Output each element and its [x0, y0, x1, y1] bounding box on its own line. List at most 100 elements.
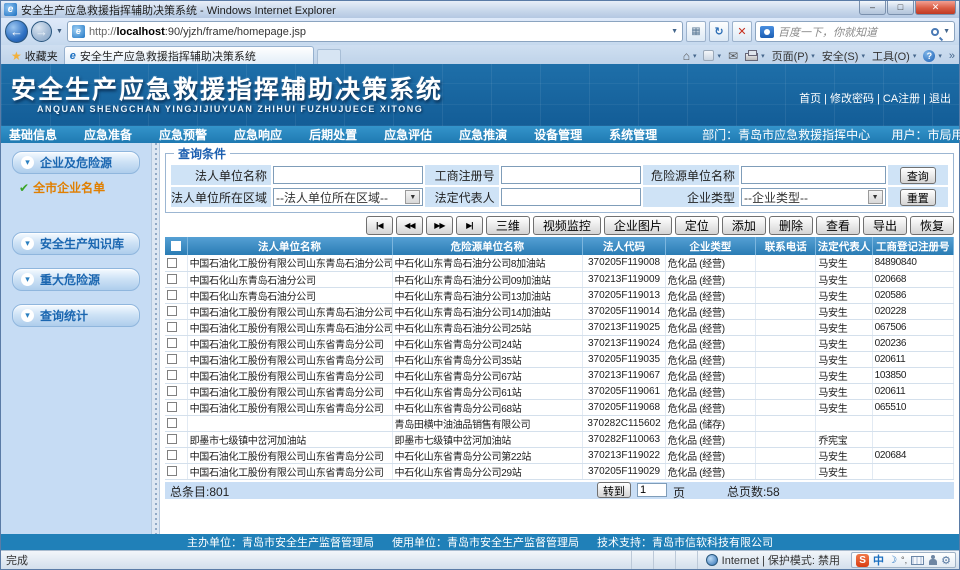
- table-row[interactable]: 中国石油化工股份有限公司山东省青岛分公司 中石化山东省青岛分公司61站 3702…: [165, 383, 954, 399]
- sidebar-panel-query-statistics[interactable]: ▾ 查询统计: [12, 304, 140, 327]
- more-commands-icon[interactable]: »: [949, 50, 955, 62]
- print-button[interactable]: [745, 50, 765, 61]
- enterprise-type-select[interactable]: --企业类型--▼: [741, 188, 886, 206]
- person-icon[interactable]: [928, 555, 937, 566]
- toolbar-action-button[interactable]: 视频监控: [533, 216, 601, 235]
- sidebar-panel-safety-knowledge[interactable]: ▾ 安全生产知识库: [12, 232, 140, 255]
- row-checkbox[interactable]: [167, 450, 177, 460]
- nav-menu-item[interactable]: 应急推演: [459, 126, 507, 143]
- sogou-logo-icon[interactable]: S: [856, 554, 869, 567]
- address-bar[interactable]: e http://localhost:90/yjzh/frame/homepag…: [67, 21, 683, 42]
- forward-button[interactable]: →: [31, 21, 52, 42]
- table-row[interactable]: 中国石油化工股份有限公司山东省青岛分公司 中石化山东省青岛分公司67站 3702…: [165, 367, 954, 383]
- punctuation-icon[interactable]: °,: [901, 555, 907, 565]
- nav-menu-item[interactable]: 基础信息: [9, 126, 57, 143]
- header-link[interactable]: 修改密码: [821, 90, 874, 106]
- table-row[interactable]: 中国石化山东青岛石油分公司 中石化山东青岛石油分公司09加油站 370213F1…: [165, 271, 954, 287]
- pager-button[interactable]: ◀◀: [396, 216, 423, 235]
- nav-menu-item[interactable]: 后期处置: [309, 126, 357, 143]
- reset-button[interactable]: 重置: [900, 189, 936, 206]
- toolbar-action-button[interactable]: 导出: [863, 216, 907, 235]
- pager-button[interactable]: ▶▶: [426, 216, 453, 235]
- keyboard-icon[interactable]: [911, 556, 924, 565]
- close-button[interactable]: ✕: [915, 1, 956, 15]
- sidebar-panel-enterprise-hazard[interactable]: ▾ 企业及危险源: [12, 151, 140, 174]
- search-button[interactable]: 查询: [900, 167, 936, 184]
- sidebar-item-city-enterprise-list[interactable]: ✔ 全市企业名单: [19, 179, 151, 196]
- row-checkbox[interactable]: [167, 274, 177, 284]
- row-checkbox[interactable]: [167, 418, 177, 428]
- row-checkbox[interactable]: [167, 290, 177, 300]
- table-row[interactable]: 中国石油化工股份有限公司山东省青岛分公司 中石化山东省青岛分公司35站 3702…: [165, 351, 954, 367]
- select-all-checkbox[interactable]: [171, 241, 181, 251]
- help-button[interactable]: ?: [923, 50, 942, 62]
- nav-menu-item[interactable]: 系统管理: [609, 126, 657, 143]
- toolbar-action-button[interactable]: 三维: [486, 216, 530, 235]
- table-row[interactable]: 中国石油化工股份有限公司山东青岛石油分公司 中石化山东青岛石油分公司14加油站 …: [165, 303, 954, 319]
- toolbar-action-button[interactable]: 添加: [722, 216, 766, 235]
- header-link[interactable]: 首页: [799, 90, 821, 106]
- sidebar-panel-major-hazard[interactable]: ▾ 重大危险源: [12, 268, 140, 291]
- row-checkbox[interactable]: [167, 354, 177, 364]
- nav-menu-item[interactable]: 应急评估: [384, 126, 432, 143]
- pager-button[interactable]: ▶|: [456, 216, 483, 235]
- address-dropdown-icon[interactable]: ▼: [671, 28, 678, 35]
- legal-rep-input[interactable]: [501, 188, 642, 206]
- moon-icon[interactable]: ☽: [888, 555, 897, 566]
- favorites-button[interactable]: ★ 收藏夹: [5, 47, 64, 64]
- table-row[interactable]: 即墨市七级镇中岔河加油站 即墨市七级镇中岔河加油站 370282F110063 …: [165, 431, 954, 447]
- chinese-mode-icon[interactable]: 中: [873, 552, 884, 568]
- toolbar-action-button[interactable]: 企业图片: [604, 216, 672, 235]
- row-checkbox[interactable]: [167, 402, 177, 412]
- command-menu-item[interactable]: 页面(P): [772, 48, 815, 64]
- row-checkbox[interactable]: [167, 322, 177, 332]
- history-dropdown-icon[interactable]: ▼: [55, 28, 64, 35]
- command-menu-item[interactable]: 安全(S): [822, 48, 865, 64]
- search-icon[interactable]: [931, 28, 939, 36]
- row-checkbox[interactable]: [167, 466, 177, 476]
- toolbar-action-button[interactable]: 删除: [769, 216, 813, 235]
- nav-menu-item[interactable]: 应急准备: [84, 126, 132, 143]
- search-dropdown-icon[interactable]: ▼: [943, 28, 950, 35]
- legal-name-input[interactable]: [273, 166, 423, 184]
- minimize-button[interactable]: –: [859, 1, 886, 15]
- header-link[interactable]: 退出: [920, 90, 951, 106]
- row-checkbox[interactable]: [167, 338, 177, 348]
- pager-button[interactable]: |◀: [366, 216, 393, 235]
- legal-region-select[interactable]: --法人单位所在区域--▼: [273, 188, 423, 206]
- table-row[interactable]: 中国石化山东青岛石油分公司 中石化山东青岛石油分公司13加油站 370205F1…: [165, 287, 954, 303]
- table-row[interactable]: 中国石油化工股份有限公司山东省青岛分公司 中石化山东省青岛分公司29站 3702…: [165, 463, 954, 479]
- nav-menu-item[interactable]: 应急响应: [234, 126, 282, 143]
- table-row[interactable]: 中国石油化工股份有限公司山东省青岛分公司 中石化山东省青岛分公司24站 3702…: [165, 335, 954, 351]
- new-tab-button[interactable]: [317, 49, 341, 64]
- maximize-button[interactable]: □: [887, 1, 914, 15]
- table-row[interactable]: 中国石油化工股份有限公司山东省青岛分公司 中石化山东省青岛分公司68站 3702…: [165, 399, 954, 415]
- table-row[interactable]: 中国石油化工股份有限公司山东青岛石油分公司 中石化山东青岛石油分公司25站 37…: [165, 319, 954, 335]
- table-row[interactable]: 中国石油化工股份有限公司山东青岛石油分公司 中石化山东青岛石油分公司8加油站 3…: [165, 255, 954, 271]
- table-row[interactable]: 中国石油化工股份有限公司山东省青岛分公司 中石化山东省青岛分公司第22站 370…: [165, 447, 954, 463]
- stop-button[interactable]: ✕: [732, 21, 752, 42]
- table-row[interactable]: 青岛田横中油油品销售有限公司 370282C115602 危化品 (储存): [165, 415, 954, 431]
- row-checkbox[interactable]: [167, 386, 177, 396]
- search-box[interactable]: 百度一下，你就知道 ▼: [755, 21, 955, 42]
- compatibility-view-button[interactable]: ▦: [686, 21, 706, 42]
- business-reg-input[interactable]: [501, 166, 642, 184]
- row-checkbox[interactable]: [167, 434, 177, 444]
- toolbar-action-button[interactable]: 查看: [816, 216, 860, 235]
- nav-menu-item[interactable]: 应急预警: [159, 126, 207, 143]
- row-checkbox[interactable]: [167, 306, 177, 316]
- toolbar-action-button[interactable]: 定位: [675, 216, 719, 235]
- goto-page-button[interactable]: 转到: [597, 482, 631, 498]
- back-button[interactable]: ←: [5, 20, 28, 43]
- hazard-name-input[interactable]: [741, 166, 886, 184]
- read-mail-icon[interactable]: ✉: [728, 49, 738, 63]
- row-checkbox[interactable]: [167, 258, 177, 268]
- command-menu-item[interactable]: 工具(O): [872, 48, 916, 64]
- feeds-button[interactable]: [703, 50, 721, 61]
- header-link[interactable]: CA注册: [874, 90, 920, 106]
- home-button[interactable]: ⌂: [683, 49, 697, 63]
- refresh-button[interactable]: ↻: [709, 21, 729, 42]
- sidebar-splitter[interactable]: [151, 143, 160, 534]
- browser-tab[interactable]: e 安全生产应急救援指挥辅助决策系统: [64, 46, 314, 64]
- page-number-input[interactable]: [637, 483, 667, 497]
